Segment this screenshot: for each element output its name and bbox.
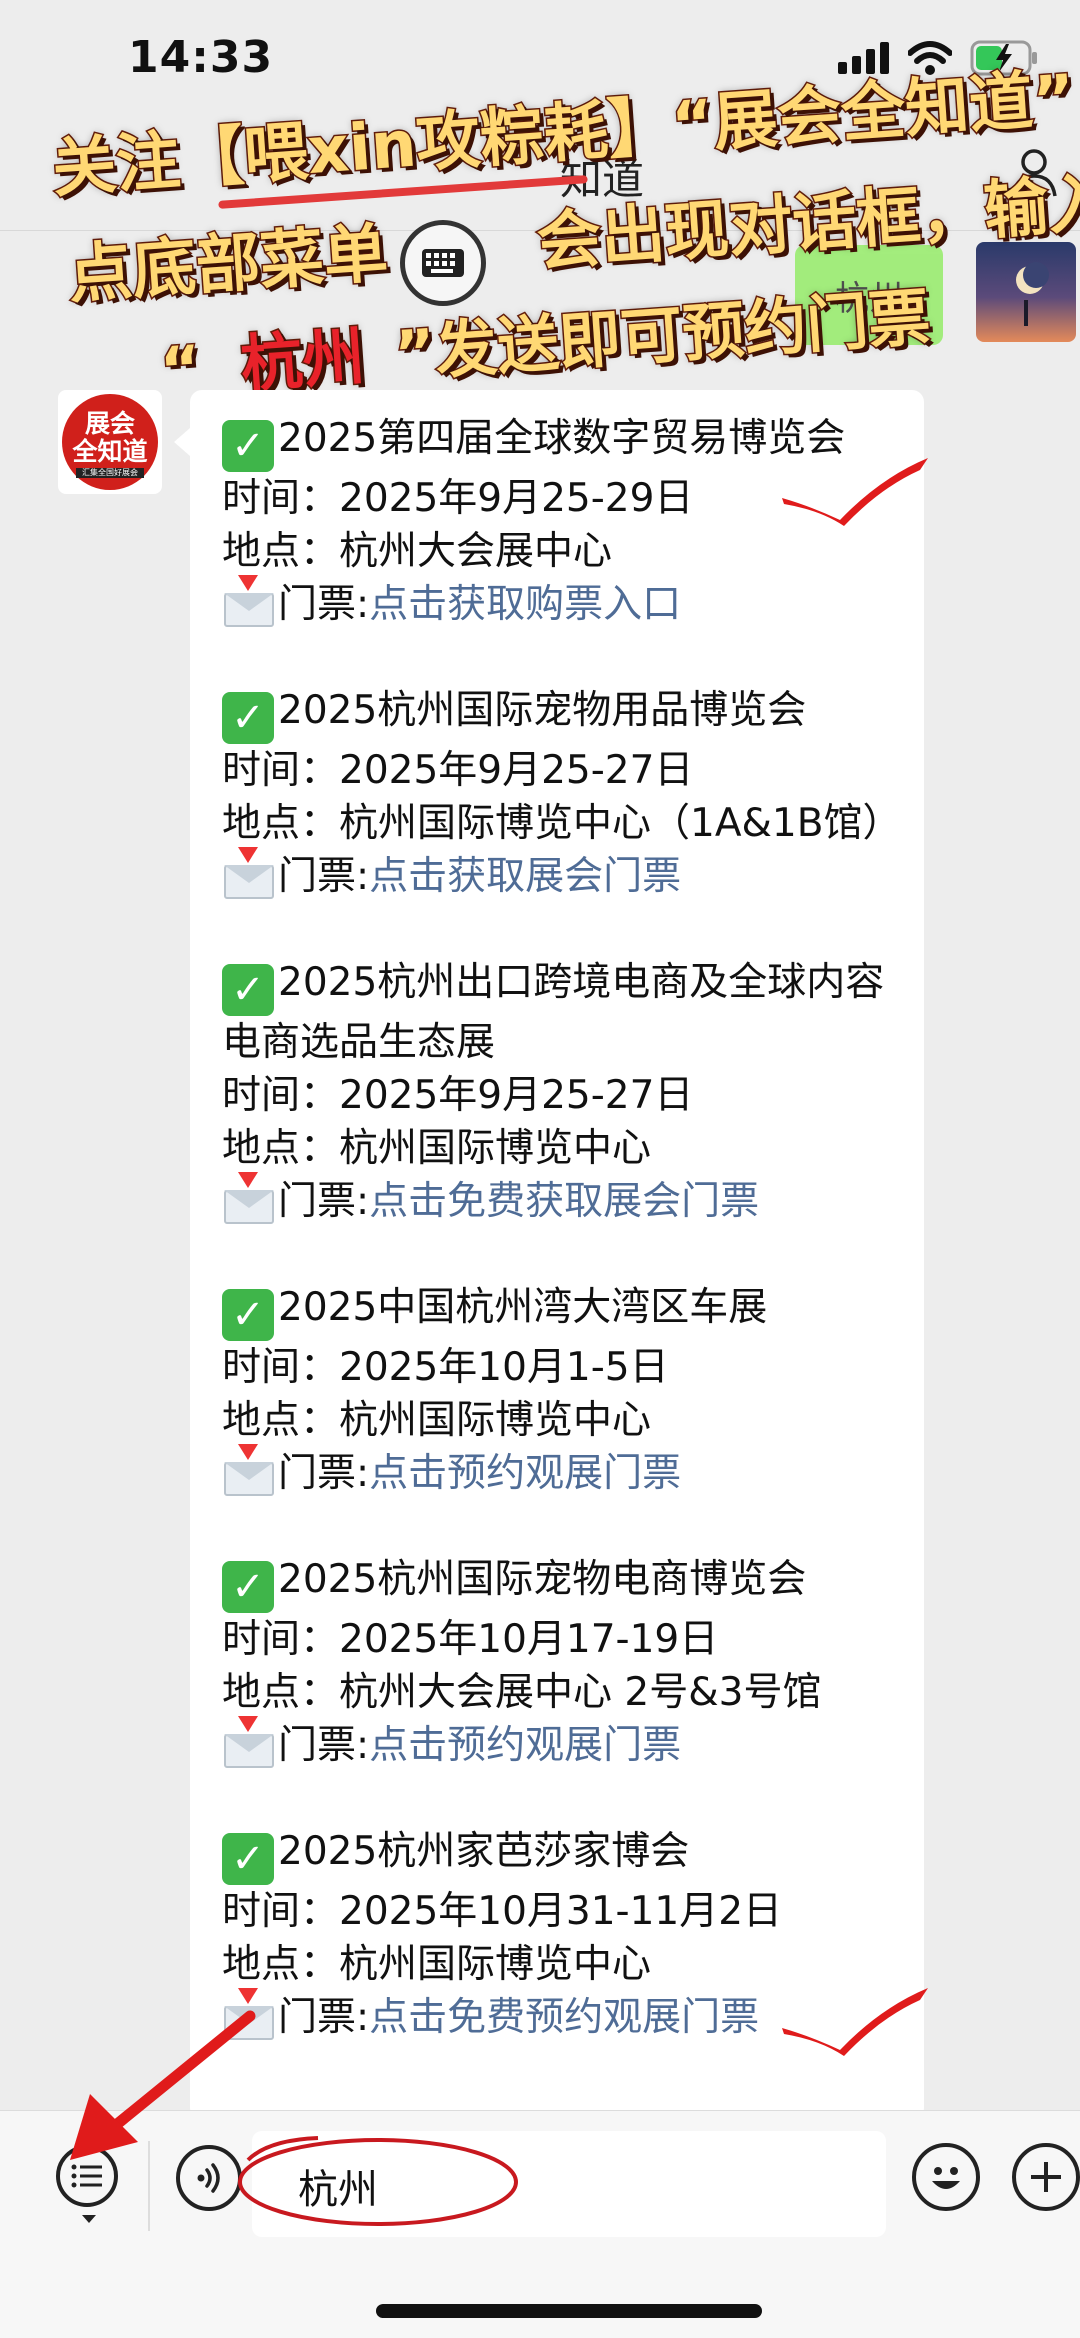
exhibition-ticket: 门票:点击获取展会门票 [222, 847, 912, 903]
annotation-circle [238, 2136, 518, 2226]
ticket-link[interactable]: 点击预约观展门票 [369, 1451, 681, 1496]
exhibition-list: ✓ 2025第四届全球数字贸易博览会 时间：2025年9月25-29日 地点：杭州大会… [222, 412, 912, 2097]
exhibition-title: 2025中国杭州湾大湾区车展 [278, 1285, 768, 1330]
time-label: 时间： [222, 1617, 340, 1662]
check-icon: ✓ [222, 692, 274, 744]
exhibition-title-row: ✓ 2025杭州家芭莎家博会 [222, 1825, 912, 1885]
ticket-link[interactable]: 点击获取购票入口 [369, 582, 681, 627]
exhibition-time: 时间：2025年10月1-5日 [222, 1341, 912, 1394]
annotation-check-icon [782, 458, 928, 526]
emoji-icon[interactable] [912, 2143, 980, 2211]
user-avatar[interactable] [976, 242, 1076, 342]
place-value: 杭州国际博览中心 [339, 1398, 652, 1443]
bubble-tail [174, 428, 190, 456]
time-value: 2025年10月1-5日 [339, 1345, 669, 1390]
time-label: 时间： [222, 748, 340, 793]
ticket-label: 门票: [278, 1723, 370, 1768]
time-value: 2025年9月25-29日 [339, 476, 694, 521]
exhibition-time: 时间：2025年9月25-27日 [222, 744, 912, 797]
place-label: 地点： [222, 1670, 340, 1715]
ticket-label: 门票: [278, 1179, 370, 1224]
place-label: 地点： [222, 1126, 340, 1171]
place-value: 杭州国际博览中心 [339, 1126, 652, 1171]
exhibition-place: 地点：杭州国际博览中心（1A&1B馆） [222, 797, 912, 850]
message-bubble: ✓ 2025第四届全球数字贸易博览会 时间：2025年9月25-29日 地点：杭州大会… [190, 390, 924, 2120]
exhibition-title-row: ✓ 2025杭州国际宠物电商博览会 [222, 1553, 912, 1613]
ticket-label: 门票: [278, 582, 370, 627]
time-value: 2025年10月17-19日 [339, 1617, 719, 1662]
avatar-subtext: 汇集全国好展会 [76, 468, 144, 478]
annotation-check-icon [782, 1988, 928, 2056]
place-value: 杭州大会展中心 2号&3号馆 [339, 1670, 822, 1715]
overlay-text: 点底部菜单 [64, 215, 391, 314]
place-label: 地点： [222, 529, 340, 574]
ticket-label: 门票: [278, 1995, 370, 2040]
keyboard-icon [400, 220, 486, 306]
place-label: 地点： [222, 801, 340, 846]
ticket-link[interactable]: 点击获取展会门票 [369, 854, 681, 899]
time-value: 2025年9月25-27日 [339, 748, 694, 793]
avatar-text: 展会 [84, 409, 135, 438]
plus-icon[interactable] [1012, 2143, 1080, 2211]
check-icon: ✓ [222, 964, 274, 1016]
exhibition-ticket: 门票:点击预约观展门票 [222, 1716, 912, 1772]
envelope-icon [222, 1716, 274, 1768]
exhibition-place: 地点：杭州国际博览中心 [222, 1122, 912, 1175]
envelope-icon [222, 1444, 274, 1496]
time-label: 时间： [222, 1073, 340, 1118]
check-icon: ✓ [222, 420, 274, 472]
exhibition-title: 2025杭州国际宠物电商博览会 [278, 1557, 807, 1602]
check-icon: ✓ [222, 1289, 274, 1341]
time-value: 2025年10月31-11月2日 [339, 1889, 783, 1934]
place-value: 杭州国际博览中心（1A&1B馆） [339, 801, 902, 846]
exhibition-entry: ✓ 2025杭州国际宠物电商博览会 时间：2025年10月17-19日 地点：杭州大会… [222, 1553, 912, 1772]
time-label: 时间： [222, 1889, 340, 1934]
time-label: 时间： [222, 1345, 340, 1390]
envelope-icon [222, 575, 274, 627]
exhibition-ticket: 门票:点击获取购票入口 [222, 575, 912, 631]
exhibition-title-row: ✓ 2025杭州出口跨境电商及全球内容电商选品生态展 [222, 956, 912, 1069]
exhibition-place: 地点：杭州大会展中心 [222, 525, 912, 578]
exhibition-ticket: 门票:点击免费获取展会门票 [222, 1172, 912, 1228]
envelope-icon [222, 1172, 274, 1224]
ticket-label: 门票: [278, 854, 370, 899]
exhibition-title-row: ✓ 2025中国杭州湾大湾区车展 [222, 1281, 912, 1341]
check-icon: ✓ [222, 1833, 274, 1885]
home-indicator [376, 2304, 762, 2318]
exhibition-entry: ✓ 2025杭州出口跨境电商及全球内容电商选品生态展 时间：2025年9月25-27… [222, 956, 912, 1228]
overlay-text: ”发送即可预约门票 [391, 279, 935, 392]
exhibition-title: 2025杭州家芭莎家博会 [278, 1829, 690, 1874]
exhibition-place: 地点：杭州大会展中心 2号&3号馆 [222, 1666, 912, 1719]
exhibition-title: 2025杭州国际宠物用品博览会 [278, 688, 807, 733]
place-value: 杭州国际博览中心 [339, 1942, 652, 1987]
avatar-text: 全知道 [72, 437, 148, 466]
exhibition-title-row: ✓ 2025杭州国际宠物用品博览会 [222, 684, 912, 744]
exhibition-time: 时间：2025年10月31-11月2日 [222, 1885, 912, 1938]
exhibition-title: 2025杭州出口跨境电商及全球内容电商选品生态展 [222, 960, 885, 1065]
exhibition-title: 2025第四届全球数字贸易博览会 [278, 416, 846, 461]
time-label: 时间： [222, 476, 340, 521]
exhibition-ticket: 门票:点击预约观展门票 [222, 1444, 912, 1500]
ticket-link[interactable]: 点击预约观展门票 [369, 1723, 681, 1768]
status-time: 14:33 [128, 32, 274, 83]
menu-caret [82, 2215, 96, 2223]
exhibition-entry: ✓ 2025杭州国际宠物用品博览会 时间：2025年9月25-27日 地点：杭州国际博… [222, 684, 912, 903]
place-value: 杭州大会展中心 [339, 529, 613, 574]
ticket-link[interactable]: 点击免费获取展会门票 [369, 1179, 759, 1224]
exhibition-time: 时间：2025年10月17-19日 [222, 1613, 912, 1666]
ticket-link[interactable]: 点击免费预约观展门票 [369, 1995, 759, 2040]
exhibition-time: 时间：2025年9月25-27日 [222, 1069, 912, 1122]
official-account-avatar[interactable]: 展会 全知道 汇集全国好展会 [58, 390, 162, 494]
envelope-icon [222, 847, 274, 899]
place-label: 地点： [222, 1942, 340, 1987]
ticket-label: 门票: [278, 1451, 370, 1496]
time-value: 2025年9月25-27日 [339, 1073, 694, 1118]
place-label: 地点： [222, 1398, 340, 1443]
exhibition-entry: ✓ 2025中国杭州湾大湾区车展 时间：2025年10月1-5日 地点：杭州国际博览中… [222, 1281, 912, 1500]
check-icon: ✓ [222, 1561, 274, 1613]
overlay-text: 关注 [48, 123, 184, 209]
exhibition-place: 地点：杭州国际博览中心 [222, 1394, 912, 1447]
